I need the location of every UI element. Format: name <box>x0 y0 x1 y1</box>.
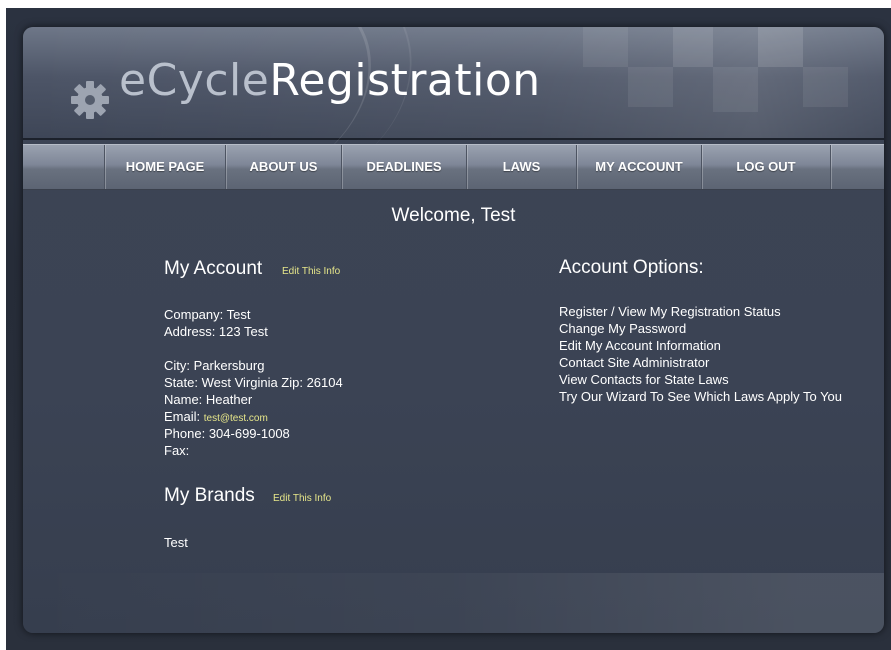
header-tile <box>628 67 673 107</box>
main-nav: HOME PAGE ABOUT US DEADLINES LAWS MY ACC… <box>23 144 884 190</box>
account-state-zip: State: West Virginia Zip: 26104 <box>164 375 343 390</box>
header-tile <box>758 27 803 67</box>
option-edit-account-link[interactable]: Edit My Account Information <box>559 337 721 354</box>
nav-log-out[interactable]: LOG OUT <box>701 145 830 189</box>
email-link[interactable]: test@test.com <box>204 413 268 424</box>
header-tile <box>673 27 713 67</box>
nav-home[interactable]: HOME PAGE <box>104 145 225 189</box>
logo-text-part2: Registration <box>269 55 541 106</box>
site-header: eCycleRegistration <box>23 27 884 234</box>
nav-my-account[interactable]: MY ACCOUNT <box>576 145 701 189</box>
header-tile <box>583 27 628 67</box>
option-register-link[interactable]: Register / View My Registration Status <box>559 303 781 320</box>
brand-item: Test <box>164 535 188 550</box>
account-company: Company: Test <box>164 307 251 322</box>
edit-account-link[interactable]: Edit This Info <box>282 266 340 277</box>
account-address: Address: 123 Test <box>164 324 268 339</box>
edit-brands-link[interactable]: Edit This Info <box>273 493 331 504</box>
header-tile <box>803 67 848 107</box>
account-fax: Fax: <box>164 443 190 458</box>
option-change-password-link[interactable]: Change My Password <box>559 320 686 337</box>
gear-icon <box>71 81 109 119</box>
nav-deadlines[interactable]: DEADLINES <box>341 145 466 189</box>
logo-text-part1: eCycle <box>119 55 270 106</box>
main-panel: eCycleRegistration HOME PAGE ABOUT US DE… <box>23 27 884 633</box>
option-contact-admin-link[interactable]: Contact Site Administrator <box>559 354 709 371</box>
my-brands-title: My Brands <box>164 485 255 506</box>
nav-divider <box>830 145 884 189</box>
account-city: City: Parkersburg <box>164 358 265 373</box>
account-name: Name: Heather <box>164 392 253 407</box>
panel-bottom-glow <box>23 573 884 633</box>
account-phone: Phone: 304-699-1008 <box>164 426 290 441</box>
nav-about[interactable]: ABOUT US <box>225 145 341 189</box>
option-wizard-link[interactable]: Try Our Wizard To See Which Laws Apply T… <box>559 388 842 405</box>
option-state-contacts-link[interactable]: View Contacts for State Laws <box>559 371 729 388</box>
welcome-heading: Welcome, Test <box>391 205 516 226</box>
account-options-title: Account Options: <box>559 257 704 278</box>
my-account-title: My Account <box>164 258 263 279</box>
nav-laws[interactable]: LAWS <box>466 145 576 189</box>
email-label: Email: <box>164 409 201 424</box>
site-logo[interactable]: eCycleRegistration <box>119 51 541 111</box>
header-tile <box>713 67 758 112</box>
